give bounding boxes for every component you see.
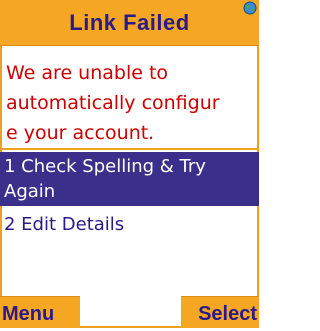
select-softkey[interactable]: Select (181, 296, 259, 328)
message-line: We are unable to (6, 62, 169, 84)
message-line: e your account. (6, 122, 155, 144)
divider (0, 148, 259, 150)
screen-title: Link Failed (69, 10, 190, 35)
message-line: automatically configur (6, 92, 220, 114)
menu-item-check-spelling[interactable]: 1 Check Spelling & Try Again (0, 152, 259, 206)
softkey-bar: Menu Select (0, 296, 259, 328)
menu-item-label: 1 Check Spelling & Try (4, 156, 206, 177)
menu-item-label: Again (4, 181, 56, 202)
error-message: We are unable to automatically configur … (6, 58, 254, 148)
menu-item-label: 2 Edit Details (4, 214, 125, 235)
menu-item-edit-details[interactable]: 2 Edit Details (0, 212, 259, 242)
title-bar: Link Failed (0, 0, 259, 46)
menu-softkey[interactable]: Menu (0, 296, 80, 328)
globe-icon (243, 1, 257, 15)
